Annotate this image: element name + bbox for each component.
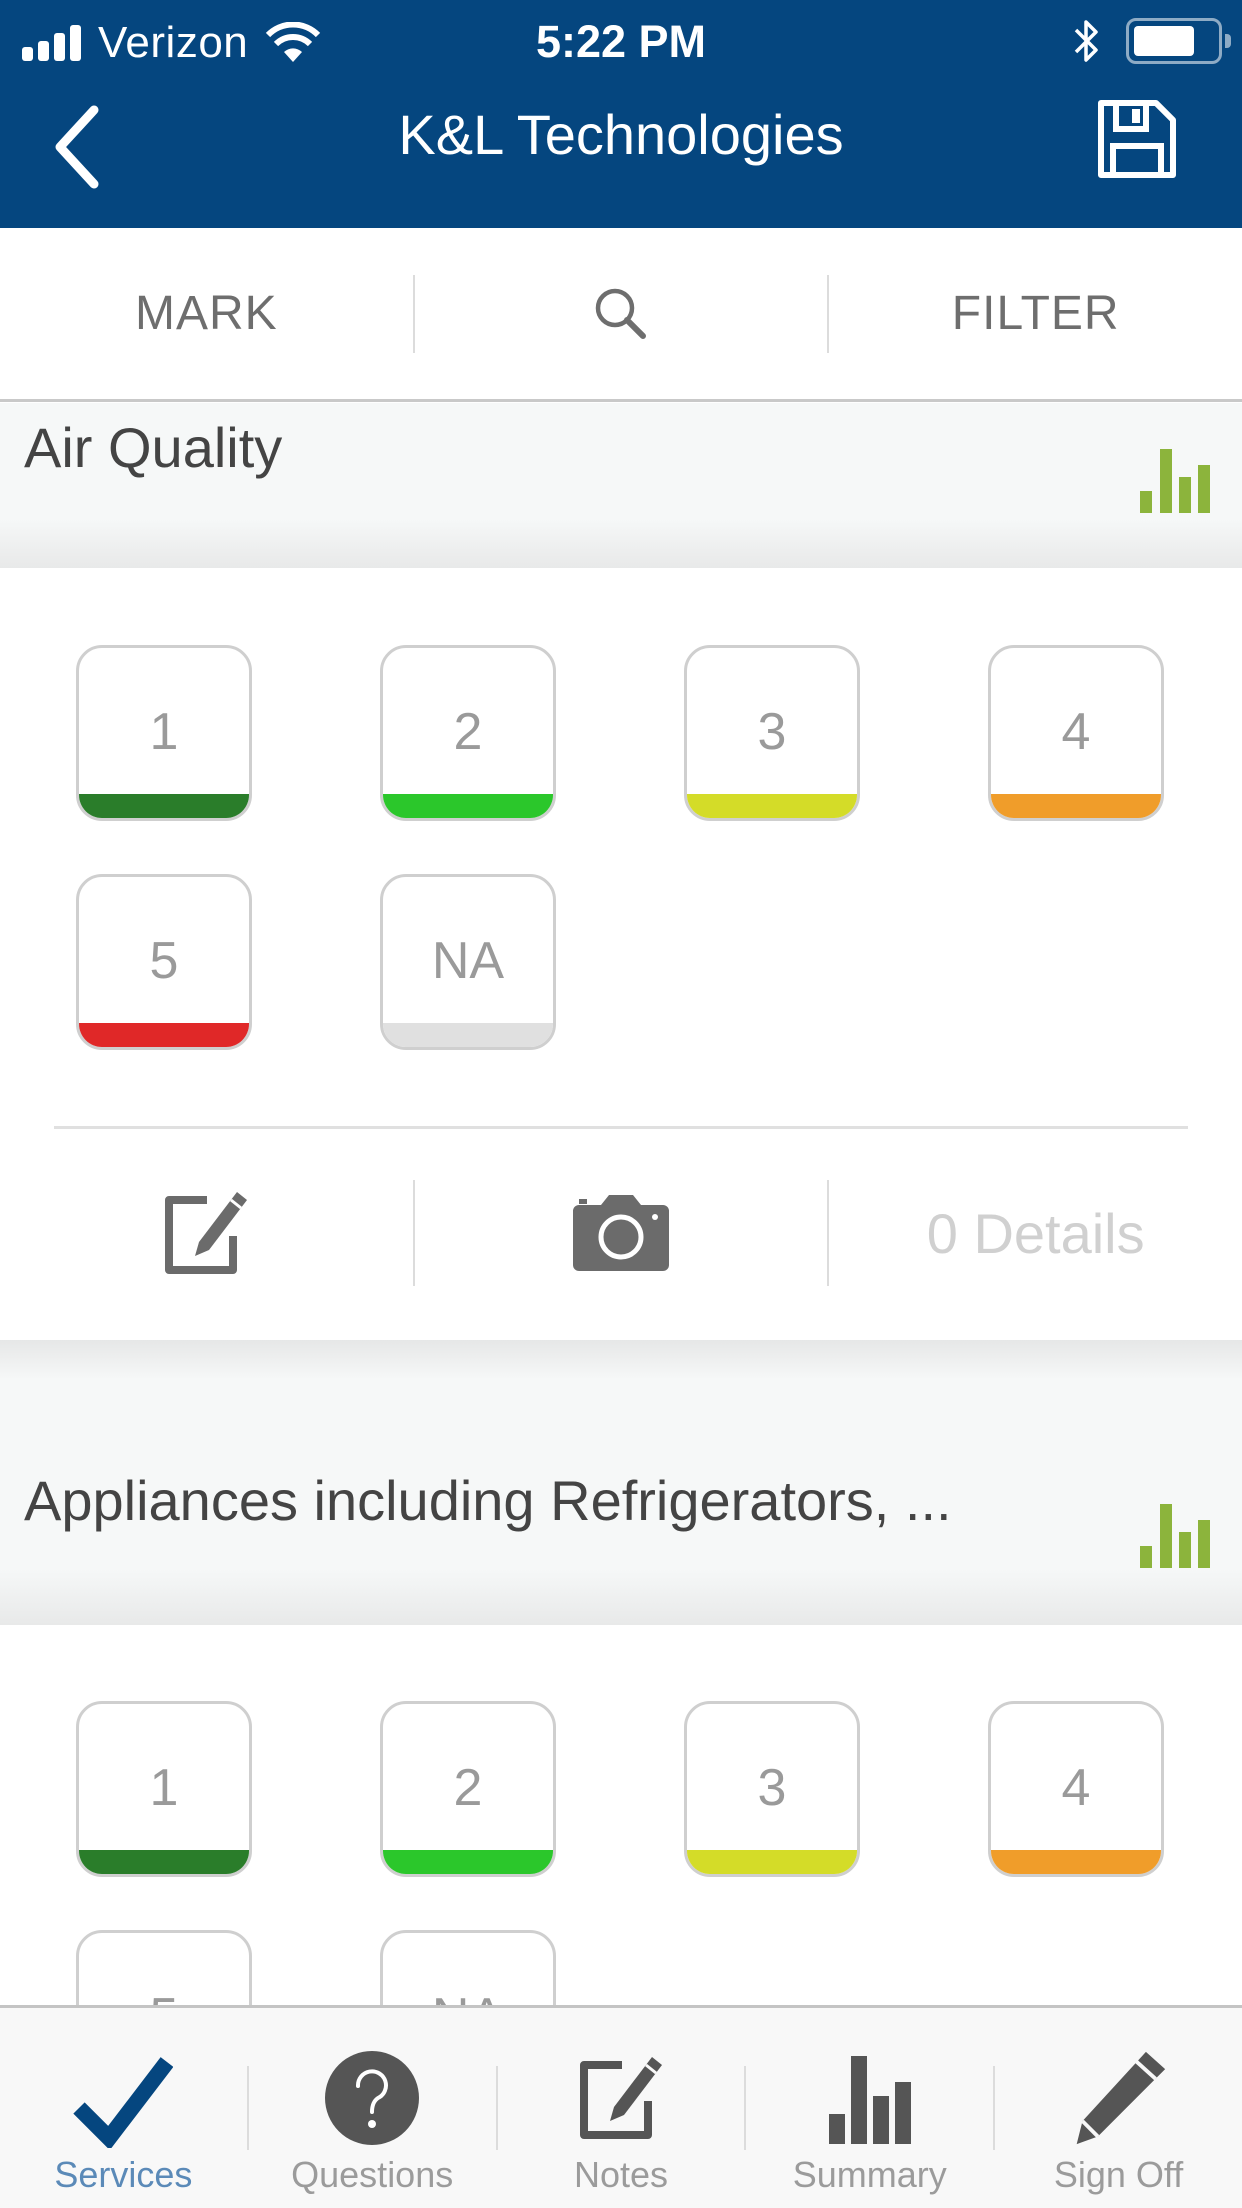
app-header: Verizon 5:22 PM K&L Technologies [0,0,1242,228]
tab-sign-off[interactable]: Sign Off [995,2008,1242,2208]
camera-icon [573,1195,669,1271]
battery-cap [1225,34,1231,48]
rating-button-3[interactable]: 3 [684,1701,860,1877]
rating-button-1[interactable]: 1 [76,1701,252,1877]
section-title: Appliances including Refrigerators, ... [24,1469,952,1532]
checkmark-icon [73,2057,174,2148]
rating-color-bar [383,1023,553,1047]
card-divider [54,1126,1188,1129]
bar-chart-icon[interactable] [1138,1498,1214,1568]
status-right [1072,18,1231,64]
filter-button[interactable]: FILTER [829,228,1242,399]
status-bar: Verizon 5:22 PM [0,0,1242,84]
section-header-air-quality[interactable]: Air Quality [0,403,1242,568]
rating-button-3[interactable]: 3 [684,645,860,821]
rating-button-2[interactable]: 2 [380,1701,556,1877]
floppy-disk-icon [1098,100,1176,178]
rating-color-bar [79,794,249,818]
tab-summary[interactable]: Summary [746,2008,993,2208]
rating-color-bar [991,794,1161,818]
page-title: K&L Technologies [398,103,844,166]
details-button[interactable]: 0 Details [829,1158,1242,1308]
toolbar: MARK FILTER [0,228,1242,402]
rating-card-appliances: 1 2 3 4 5 NA [0,1625,1242,2106]
navigation-bar: K&L Technologies [0,84,1242,228]
bluetooth-icon [1074,20,1098,62]
save-button[interactable] [1096,98,1178,180]
battery-level [1134,26,1194,56]
add-note-button[interactable] [0,1158,413,1308]
tab-notes[interactable]: Notes [498,2008,745,2208]
rating-color-bar [383,794,553,818]
rating-button-1[interactable]: 1 [76,645,252,821]
rating-label: 1 [149,1759,179,1817]
status-time: 5:22 PM [535,16,707,67]
rating-color-bar [991,1850,1161,1874]
tab-label: Services [54,2154,193,2195]
rating-color-bar [687,794,857,818]
rating-color-bar [79,1023,249,1047]
tab-icon-wrap [1069,2048,1169,2148]
rating-label: 5 [149,932,179,990]
battery-icon [1126,18,1231,64]
rating-label: NA [431,932,505,990]
bar-chart-icon[interactable] [1138,443,1214,513]
bottom-tab-bar: Services Questions Notes Summary Sign Of… [0,2005,1242,2208]
edit-note-icon [165,1192,248,1274]
edit-note-icon [579,2057,662,2139]
tab-icon-wrap [73,2048,174,2148]
rating-button-na[interactable]: NA [380,874,556,1050]
rating-button-5[interactable]: 5 [76,874,252,1050]
tab-label: Sign Off [1053,2154,1184,2195]
rating-card-air-quality: 1 2 3 4 5 NA 0 Details [0,568,1242,1340]
bar-chart-icon [828,2056,911,2144]
rating-button-4[interactable]: 4 [988,1701,1164,1877]
card-actions: 0 Details [0,1158,1242,1308]
rating-button-4[interactable]: 4 [988,645,1164,821]
tab-icon-wrap [820,2048,920,2148]
section-title: Air Quality [24,416,283,479]
tab-services[interactable]: Services [0,2008,247,2208]
tab-icon-wrap [322,2048,422,2148]
rating-label: 1 [149,703,179,761]
section-header-appliances[interactable]: Appliances including Refrigerators, ... [0,1340,1242,1625]
tab-label: Summary [792,2154,947,2195]
mark-button[interactable]: MARK [0,228,413,399]
tab-icon-wrap [571,2048,671,2148]
rating-color-bar [687,1850,857,1874]
tab-label: Questions [291,2154,454,2195]
rating-label: 2 [453,703,483,761]
add-photo-button[interactable] [415,1158,828,1308]
search-icon [595,288,646,339]
rating-label: 4 [1061,703,1091,761]
details-count: 0 Details [926,1201,1145,1265]
tab-label: Notes [573,2154,669,2195]
question-circle-icon [325,2051,420,2145]
rating-label: 3 [757,703,787,761]
chevron-left-icon [55,105,99,189]
rating-color-bar [79,1850,249,1874]
tab-questions[interactable]: Questions [249,2008,496,2208]
rating-button-2[interactable]: 2 [380,645,556,821]
rating-color-bar [383,1850,553,1874]
rating-label: 2 [453,1759,483,1817]
back-button[interactable] [48,102,108,192]
rating-label: 4 [1061,1759,1091,1817]
rating-label: 3 [757,1759,787,1817]
search-button[interactable] [415,228,828,399]
pencil-icon [1076,2051,1165,2145]
